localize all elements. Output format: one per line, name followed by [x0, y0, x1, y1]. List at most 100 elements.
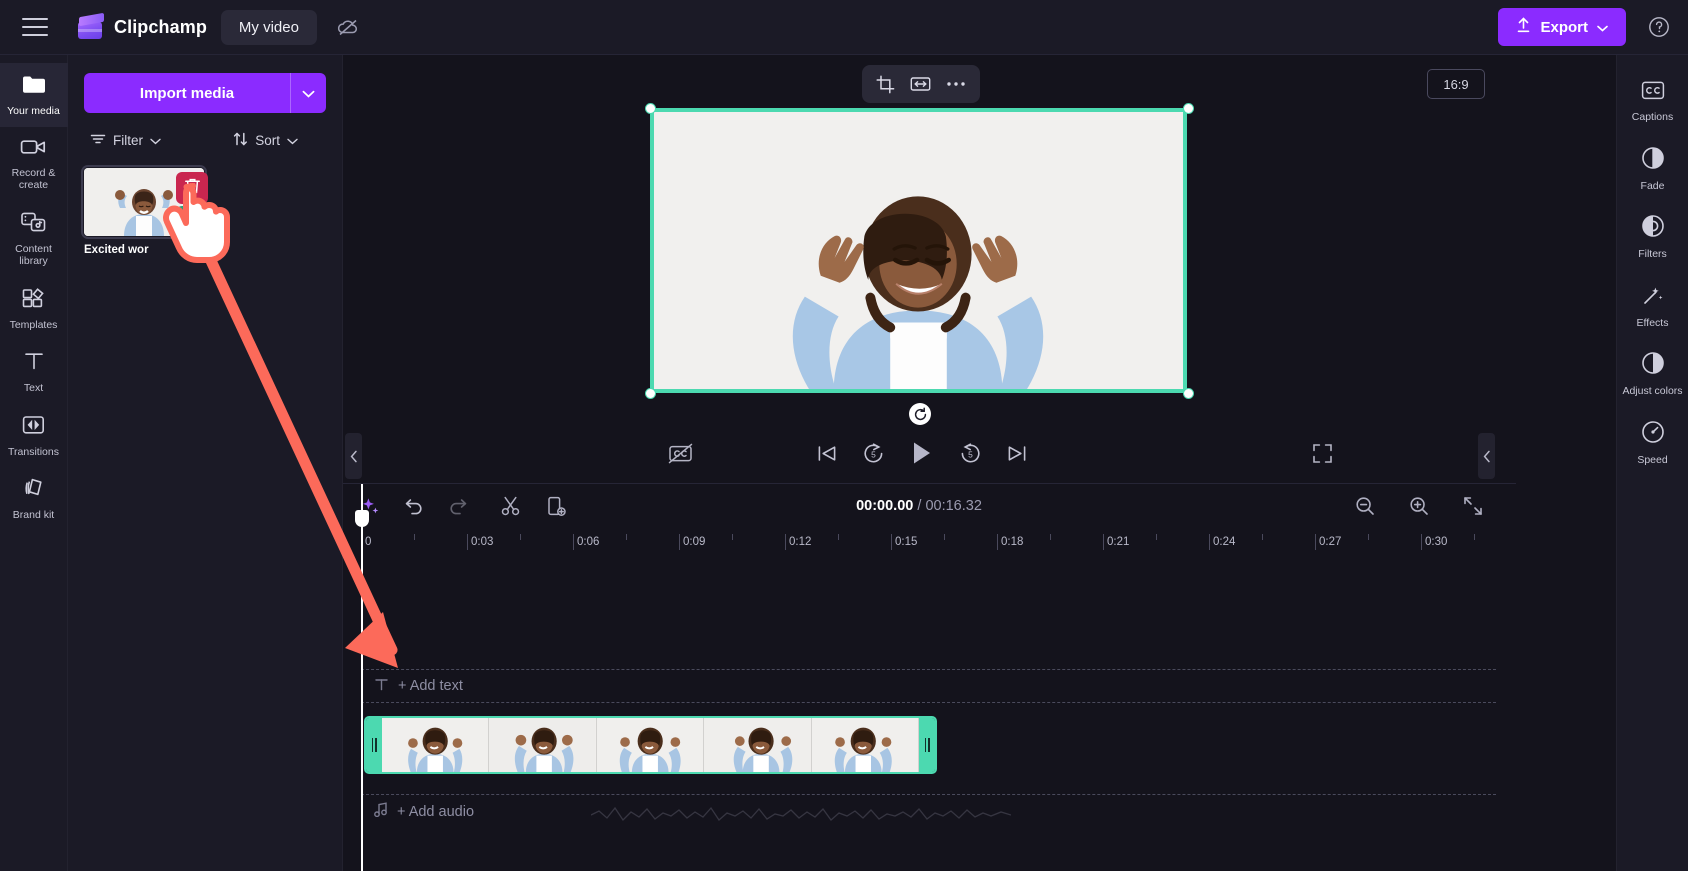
rotate-icon[interactable]: [909, 403, 931, 425]
panel-item-label: Adjust colors: [1622, 385, 1683, 397]
panel-item-label: Speed: [1637, 453, 1668, 466]
aspect-ratio-badge[interactable]: 16:9: [1427, 69, 1485, 99]
rewind-5-icon[interactable]: 5: [862, 442, 885, 465]
hamburger-icon[interactable]: [22, 18, 48, 36]
trim-handle-left[interactable]: [366, 718, 382, 772]
help-circle-icon[interactable]: [1648, 16, 1670, 38]
undo-icon[interactable]: [397, 491, 431, 521]
preview-area: 16:9 5 5: [343, 55, 1501, 483]
timeline-playhead[interactable]: [355, 484, 369, 871]
filter-button[interactable]: Filter: [84, 127, 167, 154]
cc-icon: [1641, 80, 1665, 106]
timeline-ruler[interactable]: 0 0:03 0:06 0:09 0:12 0:15 0:18 0:21 0:2…: [361, 528, 1516, 556]
panel-item-adjust-colors[interactable]: Adjust colors: [1617, 340, 1688, 409]
fullscreen-icon[interactable]: [1312, 443, 1333, 464]
sidebar-item-brand-kit[interactable]: Brand kit: [0, 467, 68, 531]
clip-frame: [489, 718, 597, 772]
media-item-label: Excited wor: [84, 244, 149, 256]
sidebar-item-text[interactable]: Text: [0, 340, 68, 404]
adjust-colors-icon: [1641, 351, 1665, 380]
clip-frame: [704, 718, 812, 772]
import-media-dropdown-button[interactable]: [290, 73, 326, 113]
filters-icon: [1641, 214, 1665, 243]
add-to-timeline-icon[interactable]: [176, 206, 208, 236]
upload-icon: [1516, 17, 1531, 37]
fit-width-icon[interactable]: [906, 70, 936, 98]
chevron-down-icon: [150, 133, 161, 148]
content-library-icon: [20, 211, 47, 238]
video-preview-frame[interactable]: [650, 108, 1187, 393]
cloud-off-icon[interactable]: [329, 10, 367, 44]
sidebar-item-transitions[interactable]: Transitions: [0, 404, 68, 468]
resize-handle-top-right[interactable]: [1183, 103, 1194, 114]
clip-thumbnail-strip: [382, 718, 919, 772]
fit-timeline-icon[interactable]: [1456, 491, 1490, 521]
sidebar-item-content-library[interactable]: Content library: [0, 201, 68, 277]
svg-text:5: 5: [871, 449, 876, 459]
selection-outline: [652, 110, 1185, 391]
media-item-card[interactable]: Excited wor: [80, 162, 208, 256]
skip-to-end-icon[interactable]: [1006, 443, 1028, 464]
music-note-icon: [374, 802, 388, 821]
sort-button[interactable]: Sort: [227, 127, 304, 154]
panel-item-fade[interactable]: Fade: [1617, 135, 1688, 204]
trim-handle-icon: [371, 738, 377, 752]
sidebar-item-your-media[interactable]: Your media: [0, 63, 68, 127]
clip-frame: [382, 718, 490, 772]
add-chip-bar: [185, 219, 199, 223]
zoom-out-icon[interactable]: [1348, 491, 1382, 521]
video-clip[interactable]: [364, 716, 937, 774]
scissors-icon[interactable]: [493, 491, 527, 521]
current-time: 00:00.00: [856, 498, 914, 514]
import-media-button[interactable]: Import media: [84, 73, 290, 113]
panel-item-effects[interactable]: Effects: [1617, 272, 1688, 341]
media-grid: Excited wor: [68, 154, 342, 256]
clip-frame: [596, 718, 705, 772]
ruler-tick-label: 0:30: [1425, 536, 1448, 548]
delete-media-button[interactable]: [176, 172, 208, 204]
import-media-group: Import media: [84, 73, 326, 113]
panel-item-label: Filters: [1638, 248, 1667, 260]
ruler-tick-label: 0:24: [1213, 536, 1236, 548]
brand-kit-icon: [22, 477, 46, 504]
speed-gauge-icon: [1641, 420, 1665, 449]
media-tools-row: Filter Sort: [84, 127, 326, 154]
more-dots-icon[interactable]: [941, 70, 971, 98]
timeline-toolbar: 00:00.00 / 00:16.32: [343, 484, 1516, 528]
resize-handle-top-left[interactable]: [645, 103, 656, 114]
sidebar-item-record-create[interactable]: Record & create: [0, 127, 68, 201]
sidebar-item-templates[interactable]: Templates: [0, 277, 68, 341]
collapse-left-panel-button[interactable]: [345, 433, 362, 479]
forward-5-icon[interactable]: 5: [959, 442, 982, 465]
export-button[interactable]: Export: [1498, 8, 1626, 46]
folder-icon: [21, 73, 47, 100]
collapse-right-panel-button[interactable]: [1478, 433, 1495, 479]
skip-to-start-icon[interactable]: [816, 443, 838, 464]
ruler-tick-label: 0:21: [1107, 536, 1130, 548]
timeline: 00:00.00 / 00:16.32 0 0:03 0:06 0:09 0:1…: [343, 483, 1516, 871]
panel-item-speed[interactable]: Speed: [1617, 409, 1688, 478]
redo-icon[interactable]: [441, 491, 475, 521]
duplicate-icon[interactable]: [539, 491, 573, 521]
header-actions: Export: [1498, 8, 1688, 46]
project-name-field[interactable]: My video: [220, 9, 317, 45]
playhead-knob[interactable]: [355, 510, 369, 527]
ruler-tick-label: 0:03: [471, 536, 494, 548]
right-properties-rail: Captions Fade Filters Effects Adjust col…: [1616, 55, 1688, 871]
play-icon[interactable]: [909, 439, 935, 467]
chevron-down-icon: [287, 133, 298, 148]
add-text-label: + Add text: [398, 678, 463, 694]
sidebar-item-label: Text: [23, 382, 44, 394]
effects-wand-icon: [1641, 283, 1665, 312]
chevron-down-icon: [302, 86, 315, 101]
panel-item-captions[interactable]: Captions: [1617, 69, 1688, 135]
trim-handle-right[interactable]: [919, 718, 935, 772]
ruler-tick-label: 0:27: [1319, 536, 1342, 548]
player-controls: 5 5: [343, 427, 1501, 479]
resize-handle-bottom-left[interactable]: [645, 388, 656, 399]
resize-handle-bottom-right[interactable]: [1183, 388, 1194, 399]
zoom-in-icon[interactable]: [1402, 491, 1436, 521]
panel-item-filters[interactable]: Filters: [1617, 203, 1688, 272]
crop-icon[interactable]: [871, 70, 901, 98]
add-text-track[interactable]: + Add text: [361, 669, 1496, 703]
